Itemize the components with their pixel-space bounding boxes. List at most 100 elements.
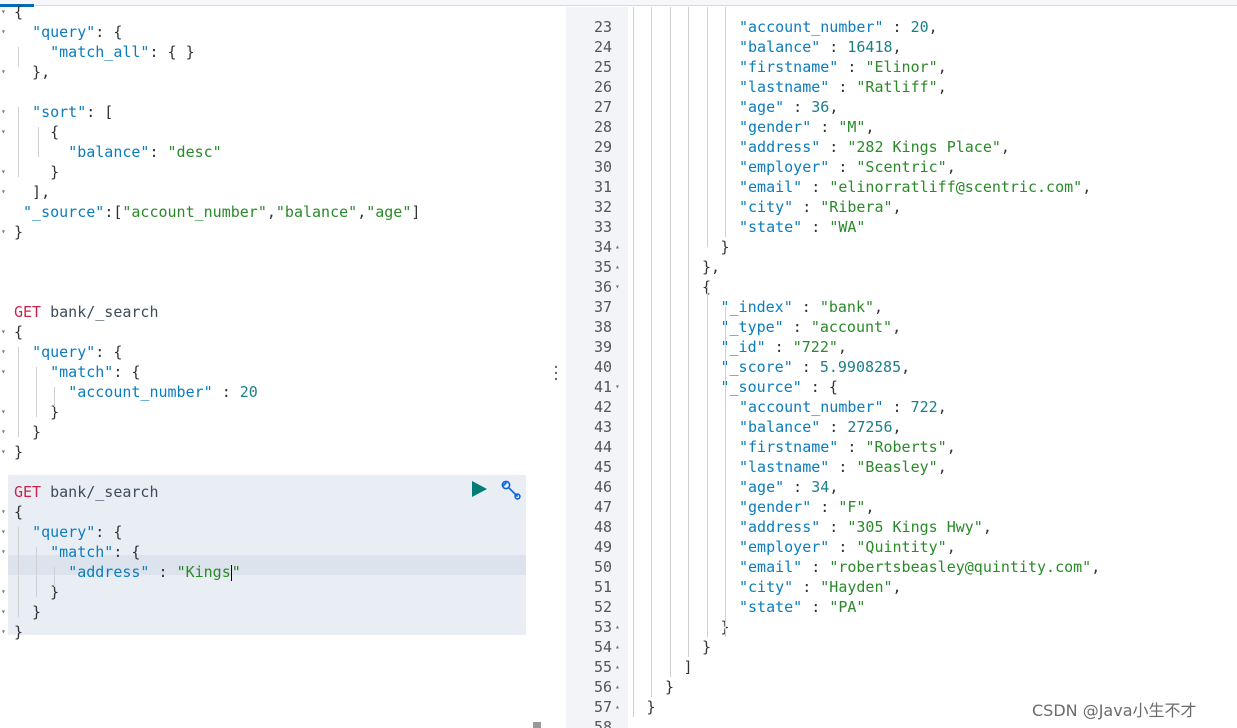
response-line: 51 "city" : "Hayden", bbox=[566, 577, 1237, 597]
request-line[interactable]: ▾ "match": { bbox=[0, 542, 548, 562]
fold-up-icon[interactable]: ▴ bbox=[615, 257, 620, 277]
fold-up-icon[interactable]: ▴ bbox=[615, 237, 620, 257]
fold-toggle-icon[interactable]: ▾ bbox=[1, 442, 6, 462]
code-text: "query": { bbox=[14, 522, 122, 542]
request-line[interactable]: ▾ "query": { bbox=[0, 342, 548, 362]
fold-toggle-icon[interactable]: ▾ bbox=[1, 522, 6, 542]
code-text: { bbox=[14, 122, 59, 142]
run-request-button[interactable] bbox=[469, 479, 489, 499]
request-line[interactable]: ▾ "query": { bbox=[0, 522, 548, 542]
code-token: "address" bbox=[739, 138, 821, 156]
request-line[interactable]: ▾ } bbox=[0, 162, 548, 182]
code-token: , bbox=[829, 98, 839, 116]
fold-toggle-icon[interactable]: ▾ bbox=[1, 102, 6, 122]
code-token: "address" bbox=[739, 518, 821, 536]
fold-toggle-icon[interactable]: ▾ bbox=[1, 502, 6, 522]
request-line[interactable]: "_source":["account_number","balance","a… bbox=[0, 202, 548, 222]
request-line[interactable] bbox=[0, 262, 548, 282]
request-line[interactable]: ▾{ bbox=[0, 2, 548, 22]
code-text: "_source" : { bbox=[721, 377, 838, 397]
request-line[interactable] bbox=[0, 82, 548, 102]
line-number: 52 bbox=[593, 598, 612, 616]
request-line[interactable]: ▾{ bbox=[0, 322, 548, 342]
request-line[interactable]: ▾} bbox=[0, 222, 548, 242]
code-text: } bbox=[14, 622, 23, 642]
fold-toggle-icon[interactable]: ▾ bbox=[1, 22, 6, 42]
code-text: "age" : 34, bbox=[739, 477, 838, 497]
fold-toggle-icon[interactable]: ▾ bbox=[1, 542, 6, 562]
fold-toggle-icon[interactable]: ▾ bbox=[1, 122, 6, 142]
response-line: 37 "_index" : "bank", bbox=[566, 297, 1237, 317]
fold-toggle-icon[interactable]: ▾ bbox=[1, 2, 6, 22]
response-line: 28 "gender" : "M", bbox=[566, 117, 1237, 137]
request-line[interactable]: ▾ }, bbox=[0, 62, 548, 82]
fold-down-icon[interactable]: ▾ bbox=[615, 277, 620, 297]
request-settings-button[interactable] bbox=[500, 479, 522, 501]
request-line[interactable]: "address" : "Kings" bbox=[0, 562, 548, 582]
line-number: 43 bbox=[593, 418, 612, 436]
indent-guide bbox=[725, 7, 726, 237]
request-line[interactable]: ▾} bbox=[0, 442, 548, 462]
fold-toggle-icon[interactable]: ▾ bbox=[1, 422, 6, 442]
fold-toggle-icon[interactable]: ▾ bbox=[1, 62, 6, 82]
code-token: , bbox=[357, 203, 367, 221]
code-token: } bbox=[14, 623, 24, 641]
code-token: 36 bbox=[811, 98, 830, 116]
request-line[interactable]: ▾ } bbox=[0, 402, 548, 422]
request-line[interactable]: ▾ } bbox=[0, 602, 548, 622]
request-line[interactable]: ▾ } bbox=[0, 582, 548, 602]
response-line: 41 ▾ "_source" : { bbox=[566, 377, 1237, 397]
fold-toggle-icon[interactable]: ▾ bbox=[1, 162, 6, 182]
request-line[interactable]: ▾ "match": { bbox=[0, 362, 548, 382]
request-line[interactable]: ▾ } bbox=[0, 422, 548, 442]
code-token: bank/_search bbox=[50, 303, 159, 321]
editor-scrollbar[interactable] bbox=[533, 722, 541, 728]
fold-up-icon[interactable]: ▴ bbox=[615, 637, 620, 657]
vertical-ellipsis-icon[interactable]: · · · bbox=[551, 361, 561, 387]
request-line[interactable]: ▾ "sort": [ bbox=[0, 102, 548, 122]
code-text: GET bank/_search bbox=[14, 482, 159, 502]
line-number: 40 bbox=[593, 358, 612, 376]
request-line[interactable]: "balance": "desc" bbox=[0, 142, 548, 162]
fold-down-icon[interactable]: ▾ bbox=[615, 377, 620, 397]
fold-up-icon[interactable]: ▴ bbox=[615, 657, 620, 677]
code-token: : bbox=[883, 18, 911, 36]
request-line[interactable]: "account_number" : 20 bbox=[0, 382, 548, 402]
request-line[interactable] bbox=[0, 242, 548, 262]
fold-toggle-icon[interactable]: ▾ bbox=[1, 602, 6, 622]
code-text: "_type" : "account", bbox=[721, 317, 902, 337]
code-token: : bbox=[765, 338, 793, 356]
fold-toggle-icon[interactable]: ▾ bbox=[1, 362, 6, 382]
request-line[interactable]: GET bank/_search bbox=[0, 302, 548, 322]
request-line[interactable]: ▾ ], bbox=[0, 182, 548, 202]
fold-toggle-icon[interactable]: ▾ bbox=[1, 222, 6, 242]
request-line[interactable] bbox=[0, 462, 548, 482]
code-token: : { bbox=[95, 343, 123, 361]
fold-toggle-icon[interactable]: ▾ bbox=[1, 322, 6, 342]
request-line[interactable]: GET bank/_search bbox=[0, 482, 548, 502]
code-token: "Scentric" bbox=[856, 158, 947, 176]
fold-up-icon[interactable]: ▴ bbox=[615, 617, 620, 637]
line-number: 30 bbox=[593, 158, 612, 176]
fold-toggle-icon[interactable]: ▾ bbox=[1, 402, 6, 422]
request-line[interactable] bbox=[0, 282, 548, 302]
request-line[interactable]: ▾ { bbox=[0, 122, 548, 142]
response-line: 44 "firstname" : "Roberts", bbox=[566, 437, 1237, 457]
indent-guide bbox=[18, 107, 19, 177]
fold-up-icon[interactable]: ▴ bbox=[615, 697, 620, 717]
fold-toggle-icon[interactable]: ▾ bbox=[1, 342, 6, 362]
code-text: } bbox=[721, 237, 730, 257]
fold-toggle-icon[interactable]: ▾ bbox=[1, 582, 6, 602]
request-line[interactable]: ▾} bbox=[0, 622, 548, 642]
fold-toggle-icon[interactable]: ▾ bbox=[1, 622, 6, 642]
code-text: "email" : "robertsbeasley@quintity.com", bbox=[739, 557, 1100, 577]
request-line[interactable]: "match_all": { } bbox=[0, 42, 548, 62]
fold-toggle-icon[interactable]: ▾ bbox=[1, 182, 6, 202]
request-line[interactable]: ▾{ bbox=[0, 502, 548, 522]
fold-up-icon[interactable]: ▴ bbox=[615, 677, 620, 697]
code-token: "address" bbox=[68, 563, 150, 581]
code-text: "query": { bbox=[14, 342, 122, 362]
request-line[interactable]: ▾ "query": { bbox=[0, 22, 548, 42]
line-number: 45 bbox=[593, 458, 612, 476]
code-token: "city" bbox=[739, 198, 794, 216]
